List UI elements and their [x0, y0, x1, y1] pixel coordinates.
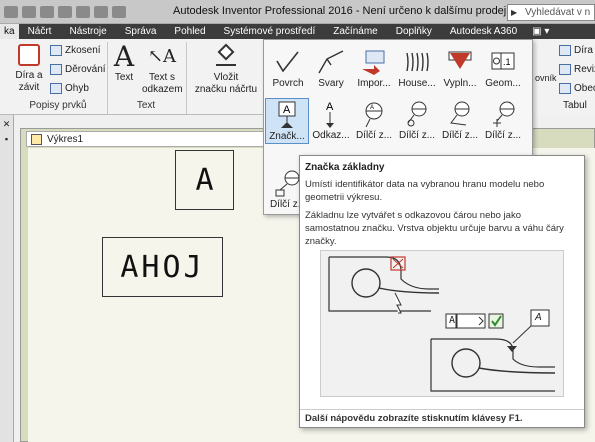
tab-manage[interactable]: Správa	[116, 24, 166, 39]
sketched-symbol-ahoj[interactable]: AHOJ	[102, 237, 223, 297]
tab-a360[interactable]: Autodesk A360	[441, 24, 526, 39]
drawing-file-icon	[31, 134, 42, 145]
gallery-datum-target-1[interactable]: A Dílčí z...	[352, 98, 396, 142]
tab-get-started[interactable]: Začínáme	[324, 24, 386, 39]
appearance-icon[interactable]	[112, 6, 126, 18]
tab-view[interactable]: Pohled	[165, 24, 214, 39]
text-button[interactable]: A Text	[110, 42, 138, 84]
tab-sketch[interactable]: Náčrt	[19, 24, 61, 39]
gallery-surface-texture[interactable]: Povrch	[266, 46, 310, 90]
gallery-welding[interactable]: Svary	[309, 46, 353, 90]
gallery-geometric-tolerance[interactable]: .1 Geom...	[481, 46, 525, 90]
sketched-symbol-a[interactable]: A	[175, 150, 234, 210]
tooltip-title: Značka základny	[305, 162, 385, 173]
datum-target-point-icon	[493, 101, 515, 127]
ribbon-separator	[186, 42, 187, 114]
panel-label-feature-notes: Popisy prvků	[29, 100, 87, 111]
svg-text:A: A	[326, 101, 334, 113]
gallery-import[interactable]: Impor...	[352, 46, 396, 90]
hole-icon	[18, 44, 40, 66]
partial-label: ovník	[535, 73, 557, 83]
hole-thread-button[interactable]: Díra a závit	[12, 42, 46, 98]
gallery-datum-leader[interactable]: A Odkaz...	[309, 98, 353, 142]
tooltip-details: Základnu lze vytvářet s odkazovou čárou …	[305, 210, 564, 247]
bend-icon	[50, 83, 62, 94]
ribbon-separator	[107, 42, 108, 114]
quick-access-toolbar	[4, 3, 126, 21]
tab-camera-menu[interactable]: ▣ ▾	[526, 24, 555, 39]
general-table-button[interactable]: Obec	[559, 83, 595, 94]
table-icon	[559, 45, 571, 56]
gallery-caterpillar[interactable]: House...	[395, 46, 439, 90]
text-icon: A	[113, 40, 135, 73]
tooltip-illustration: A A	[320, 250, 564, 397]
end-fill-icon	[448, 51, 472, 69]
save-icon[interactable]	[58, 6, 72, 18]
window-title: Autodesk Inventor Professional 2016 - Ne…	[173, 5, 552, 17]
tab-tools[interactable]: Nástroje	[60, 24, 115, 39]
hole-table-button[interactable]: Díra	[559, 45, 593, 56]
gallery-datum-target-3[interactable]: Dílčí z...	[438, 98, 482, 142]
svg-text:A: A	[283, 104, 291, 116]
tooltip-footer: Další nápovědu zobrazíte stisknutím kláv…	[300, 409, 584, 428]
leader-text-button[interactable]: ↖A Text s odkazem	[142, 42, 183, 96]
tab-add-ins[interactable]: Doplňky	[387, 24, 441, 39]
welding-icon	[318, 50, 344, 74]
datum-illustration	[328, 256, 556, 392]
tooltip-description: Umístí identifikátor data na vybranou hr…	[305, 179, 545, 203]
undo-icon[interactable]	[22, 6, 36, 18]
datum-target-line-icon	[450, 101, 470, 126]
geometric-tolerance-icon: .1	[491, 52, 515, 70]
table-panel: ovník Díra Reviz Obec Tabul	[533, 39, 595, 115]
gallery-datum-target-2[interactable]: Dílčí z...	[395, 98, 439, 142]
surface-texture-icon	[276, 51, 299, 73]
chamfer-icon	[50, 45, 62, 56]
datum-identifier-icon: A	[278, 101, 296, 128]
gallery-end-fill[interactable]: Vypln...	[438, 46, 482, 90]
datum-label: A	[535, 312, 542, 323]
gallery-datum-target-4[interactable]: Dílčí z...	[481, 98, 525, 142]
left-dock: ✕ ▪	[0, 115, 14, 442]
tab-annotate[interactable]: ka	[0, 24, 19, 39]
import-icon	[362, 50, 385, 75]
bend-button[interactable]: Ohyb	[50, 83, 89, 94]
panel-label-text: Text	[136, 100, 156, 111]
datum-target-circle-icon	[407, 101, 427, 127]
leader-text-icon: ↖A	[147, 46, 177, 67]
chamfer-button[interactable]: Zkosení	[50, 45, 101, 56]
punch-button[interactable]: Děrování	[50, 64, 106, 75]
gallery-datum-identifier[interactable]: A Značk...	[265, 98, 309, 144]
datum-target-icon: A	[365, 102, 383, 128]
pin-icon[interactable]: ▪	[0, 134, 13, 144]
select-icon[interactable]	[76, 6, 90, 18]
datum-target-area-icon	[275, 170, 300, 197]
ribbon-tabs: ka Náčrt Nástroje Správa Pohled Systémov…	[0, 24, 595, 39]
datum-leader-icon: A	[326, 101, 334, 128]
measure-icon[interactable]	[94, 6, 108, 18]
document-tab[interactable]: Výkres1	[26, 131, 266, 147]
search-input[interactable]: ▶ Vyhledávat v n	[507, 4, 595, 21]
tooltip: Značka základny Umístí identifikátor dat…	[299, 155, 585, 428]
revision-table-button[interactable]: Reviz	[559, 64, 595, 75]
insert-sketched-symbol-button[interactable]: Vložit značku náčrtu	[192, 42, 260, 96]
revision-icon	[559, 64, 571, 75]
home-icon[interactable]	[4, 6, 18, 18]
search-arrow-icon: ▶	[511, 8, 518, 17]
caterpillar-icon	[406, 52, 429, 72]
panel-label-table: Tabul	[563, 100, 587, 111]
redo-icon[interactable]	[40, 6, 54, 18]
title-bar: Autodesk Inventor Professional 2016 - Ne…	[0, 0, 595, 24]
sketched-symbol-icon	[216, 43, 236, 68]
svg-text:.1: .1	[503, 57, 511, 67]
punch-icon	[50, 64, 62, 75]
svg-text:A: A	[370, 105, 374, 111]
field-value: A	[449, 315, 456, 326]
tab-environments[interactable]: Systémové prostředí	[215, 24, 325, 39]
close-icon[interactable]: ✕	[0, 119, 13, 130]
general-table-icon	[559, 83, 571, 94]
